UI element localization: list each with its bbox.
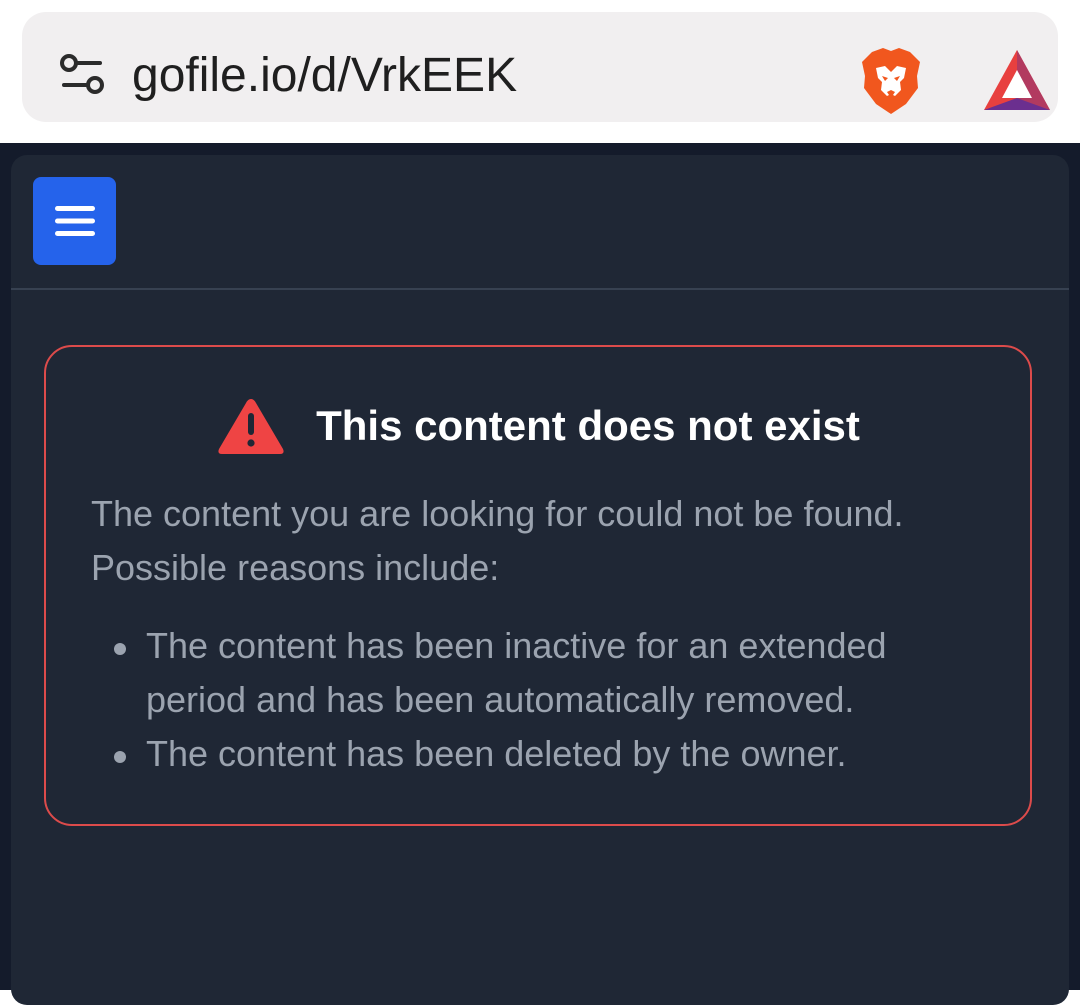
address-bar[interactable]: gofile.io/d/VrkEEK (22, 12, 1058, 122)
list-item: The content has been deleted by the owne… (114, 727, 986, 781)
alert-heading: This content does not exist (46, 391, 1030, 461)
page-content: This content does not exist The content … (0, 143, 1080, 1005)
brave-rewards-icon[interactable] (982, 48, 1052, 112)
alert-description: The content you are looking for could no… (91, 493, 904, 588)
hamburger-menu-icon (54, 206, 95, 236)
warning-icon (218, 399, 284, 454)
error-alert: This content does not exist The content … (44, 345, 1032, 826)
content-panel: This content does not exist The content … (11, 155, 1069, 1005)
header-divider (11, 288, 1069, 290)
alert-title: This content does not exist (316, 402, 860, 449)
list-item: The content has been inactive for an ext… (114, 619, 986, 727)
brave-shields-icon[interactable] (858, 46, 924, 116)
reasons-list: The content has been inactive for an ext… (114, 619, 986, 781)
menu-button[interactable] (33, 177, 116, 265)
browser-toolbar: gofile.io/d/VrkEEK (0, 0, 1080, 143)
url-text[interactable]: gofile.io/d/VrkEEK (132, 46, 517, 106)
site-settings-icon[interactable] (56, 48, 108, 100)
